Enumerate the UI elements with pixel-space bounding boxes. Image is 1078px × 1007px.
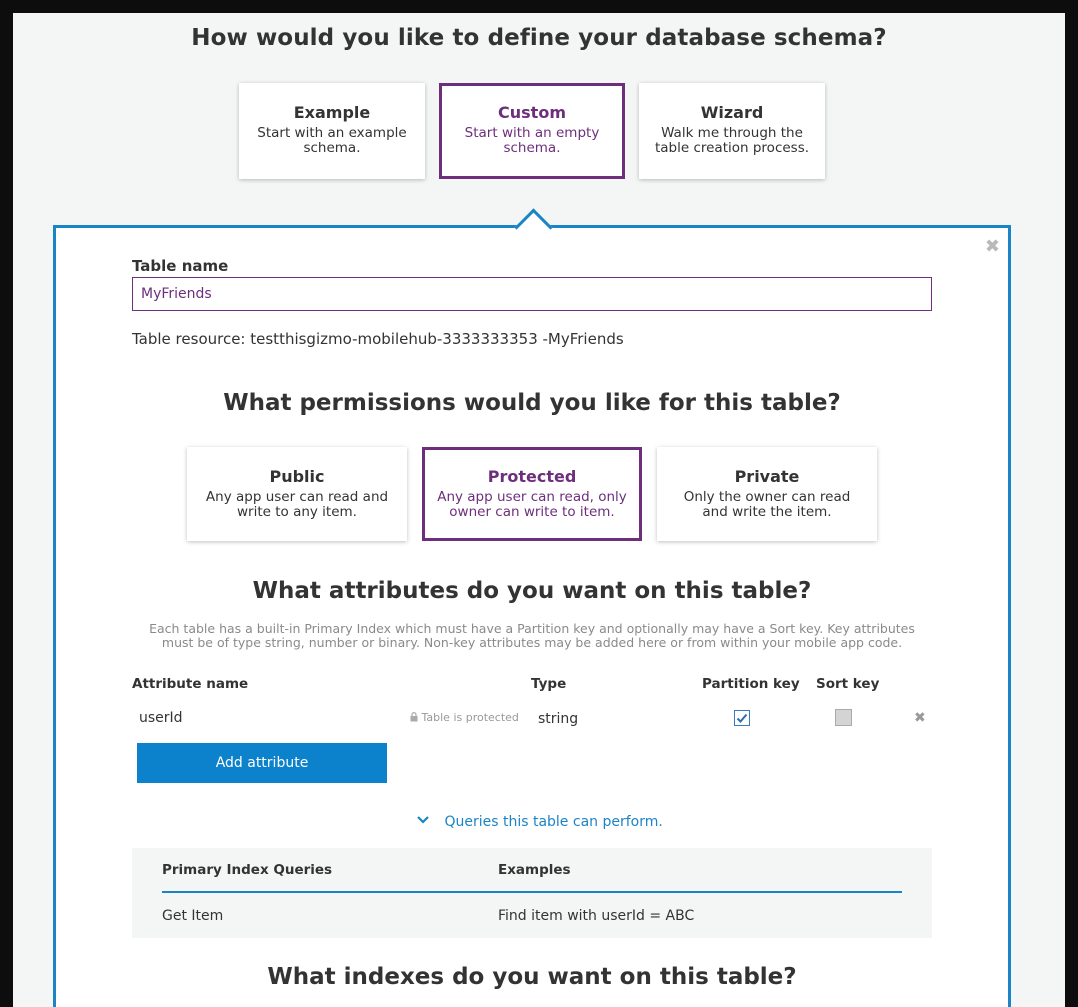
option-wizard[interactable]: Wizard Walk me through the table creatio…	[639, 83, 825, 179]
permission-public-title: Public	[269, 467, 325, 486]
option-example[interactable]: Example Start with an example schema.	[239, 83, 425, 179]
permission-protected[interactable]: Protected Any app user can read, only ow…	[422, 447, 642, 541]
attributes-note: Each table has a built-in Primary Index …	[149, 621, 915, 650]
col-attribute-name: Attribute name	[132, 676, 249, 692]
queries-header-divider	[162, 891, 902, 893]
option-custom-desc: Start with an empty schema.	[464, 125, 600, 156]
indexes-title: What indexes do you want on this table?	[267, 964, 797, 990]
queries-toggle[interactable]: Queries this table can perform.	[416, 814, 663, 830]
queries-header-primary: Primary Index Queries	[162, 862, 333, 878]
permission-protected-title: Protected	[487, 467, 577, 486]
custom-schema-panel: ✖ Table name Table resource: testthisgiz…	[53, 208, 1011, 1007]
option-example-desc: Start with an example schema.	[257, 125, 407, 156]
queries-table: Primary Index Queries Examples Get Item …	[132, 848, 932, 938]
option-example-title: Example	[293, 103, 371, 122]
page-title: How would you like to define your databa…	[191, 25, 887, 51]
table-protected-text: Table is protected	[421, 711, 519, 724]
chevron-down-icon	[417, 816, 429, 824]
col-type: Type	[531, 676, 567, 692]
permission-private[interactable]: Private Only the owner can read and writ…	[657, 447, 877, 541]
partition-key-checkbox[interactable]	[734, 710, 750, 726]
attributes-title: What attributes do you want on this tabl…	[252, 578, 812, 604]
close-icon[interactable]: ✖	[985, 236, 1000, 257]
check-icon	[736, 713, 748, 723]
lock-icon	[410, 712, 418, 722]
attribute-type-cell: string	[538, 711, 579, 727]
queries-link-text: Queries this table can perform.	[444, 814, 663, 830]
query-row-name: Get Item	[162, 908, 224, 924]
permission-protected-desc: Any app user can read, only owner can wr…	[437, 489, 627, 520]
permission-private-desc: Only the owner can read and write the it…	[683, 489, 851, 520]
add-attribute-button[interactable]: Add attribute	[137, 743, 387, 783]
permission-public-desc: Any app user can read and write to any i…	[205, 489, 389, 520]
option-wizard-desc: Walk me through the table creation proce…	[654, 125, 810, 156]
option-custom[interactable]: Custom Start with an empty schema.	[439, 83, 625, 179]
attribute-name-cell: userId	[139, 710, 183, 726]
page-frame: How would you like to define your databa…	[13, 13, 1065, 1007]
permission-private-title: Private	[734, 467, 800, 486]
query-row-example: Find item with userId = ABC	[498, 908, 695, 924]
panel-caret	[514, 208, 553, 247]
remove-attribute-icon[interactable]: ✖	[914, 710, 926, 726]
table-resource-text: Table resource: testthisgizmo-mobilehub-…	[132, 330, 624, 348]
queries-header-examples: Examples	[498, 862, 571, 878]
sort-key-checkbox[interactable]	[835, 709, 852, 726]
col-sort-key: Sort key	[816, 676, 880, 692]
permissions-title: What permissions would you like for this…	[223, 390, 841, 416]
col-partition-key: Partition key	[702, 676, 800, 692]
table-name-input[interactable]	[132, 277, 932, 311]
table-name-label: Table name	[132, 257, 229, 275]
table-protected-note: Table is protected	[410, 711, 519, 724]
option-custom-title: Custom	[498, 103, 566, 122]
permission-public[interactable]: Public Any app user can read and write t…	[187, 447, 407, 541]
option-wizard-title: Wizard	[700, 103, 764, 122]
